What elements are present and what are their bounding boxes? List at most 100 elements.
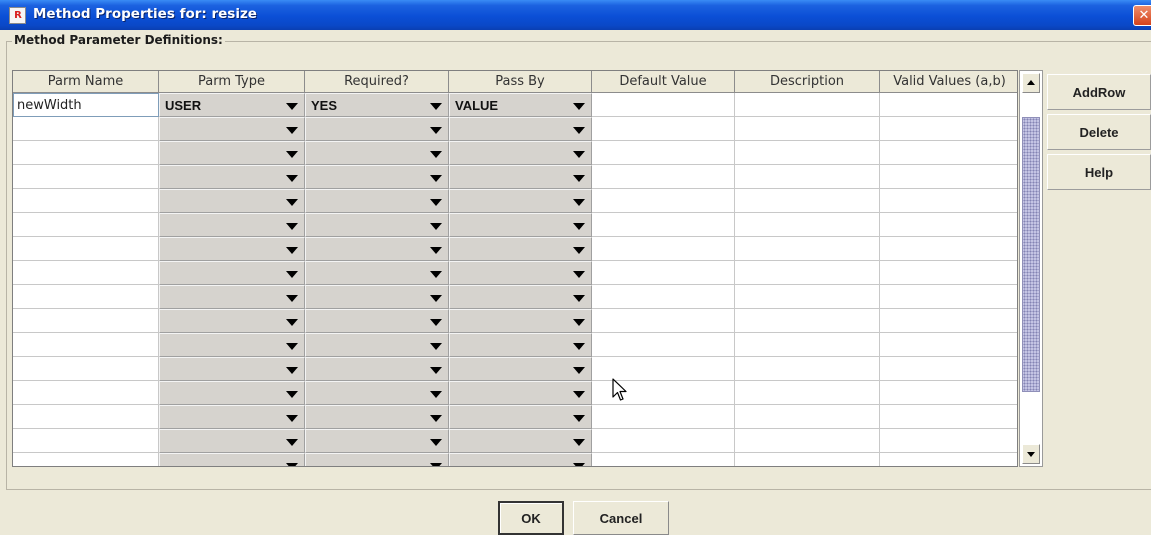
description-cell[interactable] [735, 429, 880, 453]
parm-type-dropdown[interactable] [159, 405, 305, 429]
valid-values-cell[interactable] [880, 93, 1017, 117]
required-dropdown[interactable] [305, 357, 449, 381]
table-vertical-scrollbar[interactable] [1019, 70, 1043, 467]
required-dropdown[interactable] [305, 213, 449, 237]
required-dropdown[interactable] [305, 333, 449, 357]
close-button[interactable]: ✕ [1133, 5, 1151, 26]
valid-values-cell[interactable] [880, 381, 1017, 405]
parm-name-cell[interactable] [13, 261, 159, 285]
valid-values-cell[interactable] [880, 333, 1017, 357]
default-value-cell[interactable] [592, 117, 735, 141]
parm-type-dropdown[interactable] [159, 333, 305, 357]
pass-by-dropdown[interactable] [449, 453, 592, 466]
default-value-cell[interactable] [592, 309, 735, 333]
description-cell[interactable] [735, 333, 880, 357]
column-header-parm-type[interactable]: Parm Type [159, 71, 305, 93]
valid-values-cell[interactable] [880, 261, 1017, 285]
valid-values-cell[interactable] [880, 453, 1017, 466]
valid-values-cell[interactable] [880, 189, 1017, 213]
parm-type-dropdown[interactable] [159, 237, 305, 261]
description-cell[interactable] [735, 237, 880, 261]
parm-name-cell[interactable] [13, 333, 159, 357]
parm-type-dropdown[interactable] [159, 165, 305, 189]
parm-type-dropdown[interactable]: USER [159, 93, 305, 117]
pass-by-dropdown[interactable] [449, 189, 592, 213]
parm-name-cell[interactable] [13, 429, 159, 453]
pass-by-dropdown[interactable] [449, 165, 592, 189]
pass-by-dropdown[interactable] [449, 381, 592, 405]
parm-name-cell[interactable]: newWidth [13, 93, 159, 117]
parm-name-cell[interactable] [13, 141, 159, 165]
required-dropdown[interactable] [305, 261, 449, 285]
parm-name-cell[interactable] [13, 309, 159, 333]
valid-values-cell[interactable] [880, 405, 1017, 429]
pass-by-dropdown[interactable] [449, 405, 592, 429]
description-cell[interactable] [735, 213, 880, 237]
default-value-cell[interactable] [592, 453, 735, 466]
column-header-pass-by[interactable]: Pass By [449, 71, 592, 93]
parm-name-cell[interactable] [13, 381, 159, 405]
parm-name-cell[interactable] [13, 213, 159, 237]
description-cell[interactable] [735, 165, 880, 189]
pass-by-dropdown[interactable] [449, 309, 592, 333]
ok-button[interactable]: OK [498, 501, 564, 535]
default-value-cell[interactable] [592, 261, 735, 285]
valid-values-cell[interactable] [880, 309, 1017, 333]
pass-by-dropdown[interactable] [449, 261, 592, 285]
default-value-cell[interactable] [592, 429, 735, 453]
default-value-cell[interactable] [592, 237, 735, 261]
description-cell[interactable] [735, 453, 880, 466]
required-dropdown[interactable] [305, 141, 449, 165]
column-header-valid-values[interactable]: Valid Values (a,b) [880, 71, 1017, 93]
pass-by-dropdown[interactable] [449, 117, 592, 141]
parm-type-dropdown[interactable] [159, 453, 305, 466]
parm-type-dropdown[interactable] [159, 285, 305, 309]
pass-by-dropdown[interactable] [449, 141, 592, 165]
default-value-cell[interactable] [592, 333, 735, 357]
description-cell[interactable] [735, 285, 880, 309]
valid-values-cell[interactable] [880, 141, 1017, 165]
description-cell[interactable] [735, 93, 880, 117]
valid-values-cell[interactable] [880, 357, 1017, 381]
scroll-up-button[interactable] [1022, 73, 1040, 93]
parm-name-cell[interactable] [13, 285, 159, 309]
parm-name-cell[interactable] [13, 405, 159, 429]
parm-name-cell[interactable] [13, 189, 159, 213]
column-header-default-value[interactable]: Default Value [592, 71, 735, 93]
scroll-down-button[interactable] [1022, 444, 1040, 464]
valid-values-cell[interactable] [880, 237, 1017, 261]
valid-values-cell[interactable] [880, 165, 1017, 189]
help-button[interactable]: Help [1047, 154, 1151, 190]
pass-by-dropdown[interactable] [449, 357, 592, 381]
parm-type-dropdown[interactable] [159, 429, 305, 453]
description-cell[interactable] [735, 189, 880, 213]
add-row-button[interactable]: AddRow [1047, 74, 1151, 110]
valid-values-cell[interactable] [880, 429, 1017, 453]
required-dropdown[interactable] [305, 429, 449, 453]
description-cell[interactable] [735, 357, 880, 381]
pass-by-dropdown[interactable] [449, 213, 592, 237]
delete-button[interactable]: Delete [1047, 114, 1151, 150]
required-dropdown[interactable] [305, 117, 449, 141]
description-cell[interactable] [735, 261, 880, 285]
description-cell[interactable] [735, 309, 880, 333]
valid-values-cell[interactable] [880, 285, 1017, 309]
column-header-required[interactable]: Required? [305, 71, 449, 93]
scroll-thumb[interactable] [1022, 117, 1040, 392]
default-value-cell[interactable] [592, 165, 735, 189]
parm-type-dropdown[interactable] [159, 357, 305, 381]
pass-by-dropdown[interactable] [449, 285, 592, 309]
pass-by-dropdown[interactable] [449, 333, 592, 357]
description-cell[interactable] [735, 141, 880, 165]
required-dropdown[interactable] [305, 285, 449, 309]
parm-name-cell[interactable] [13, 165, 159, 189]
required-dropdown[interactable] [305, 381, 449, 405]
default-value-cell[interactable] [592, 189, 735, 213]
pass-by-dropdown[interactable]: VALUE [449, 93, 592, 117]
column-header-parm-name[interactable]: Parm Name [13, 71, 159, 93]
parm-type-dropdown[interactable] [159, 381, 305, 405]
parm-type-dropdown[interactable] [159, 261, 305, 285]
parm-type-dropdown[interactable] [159, 117, 305, 141]
required-dropdown[interactable] [305, 309, 449, 333]
parm-type-dropdown[interactable] [159, 213, 305, 237]
